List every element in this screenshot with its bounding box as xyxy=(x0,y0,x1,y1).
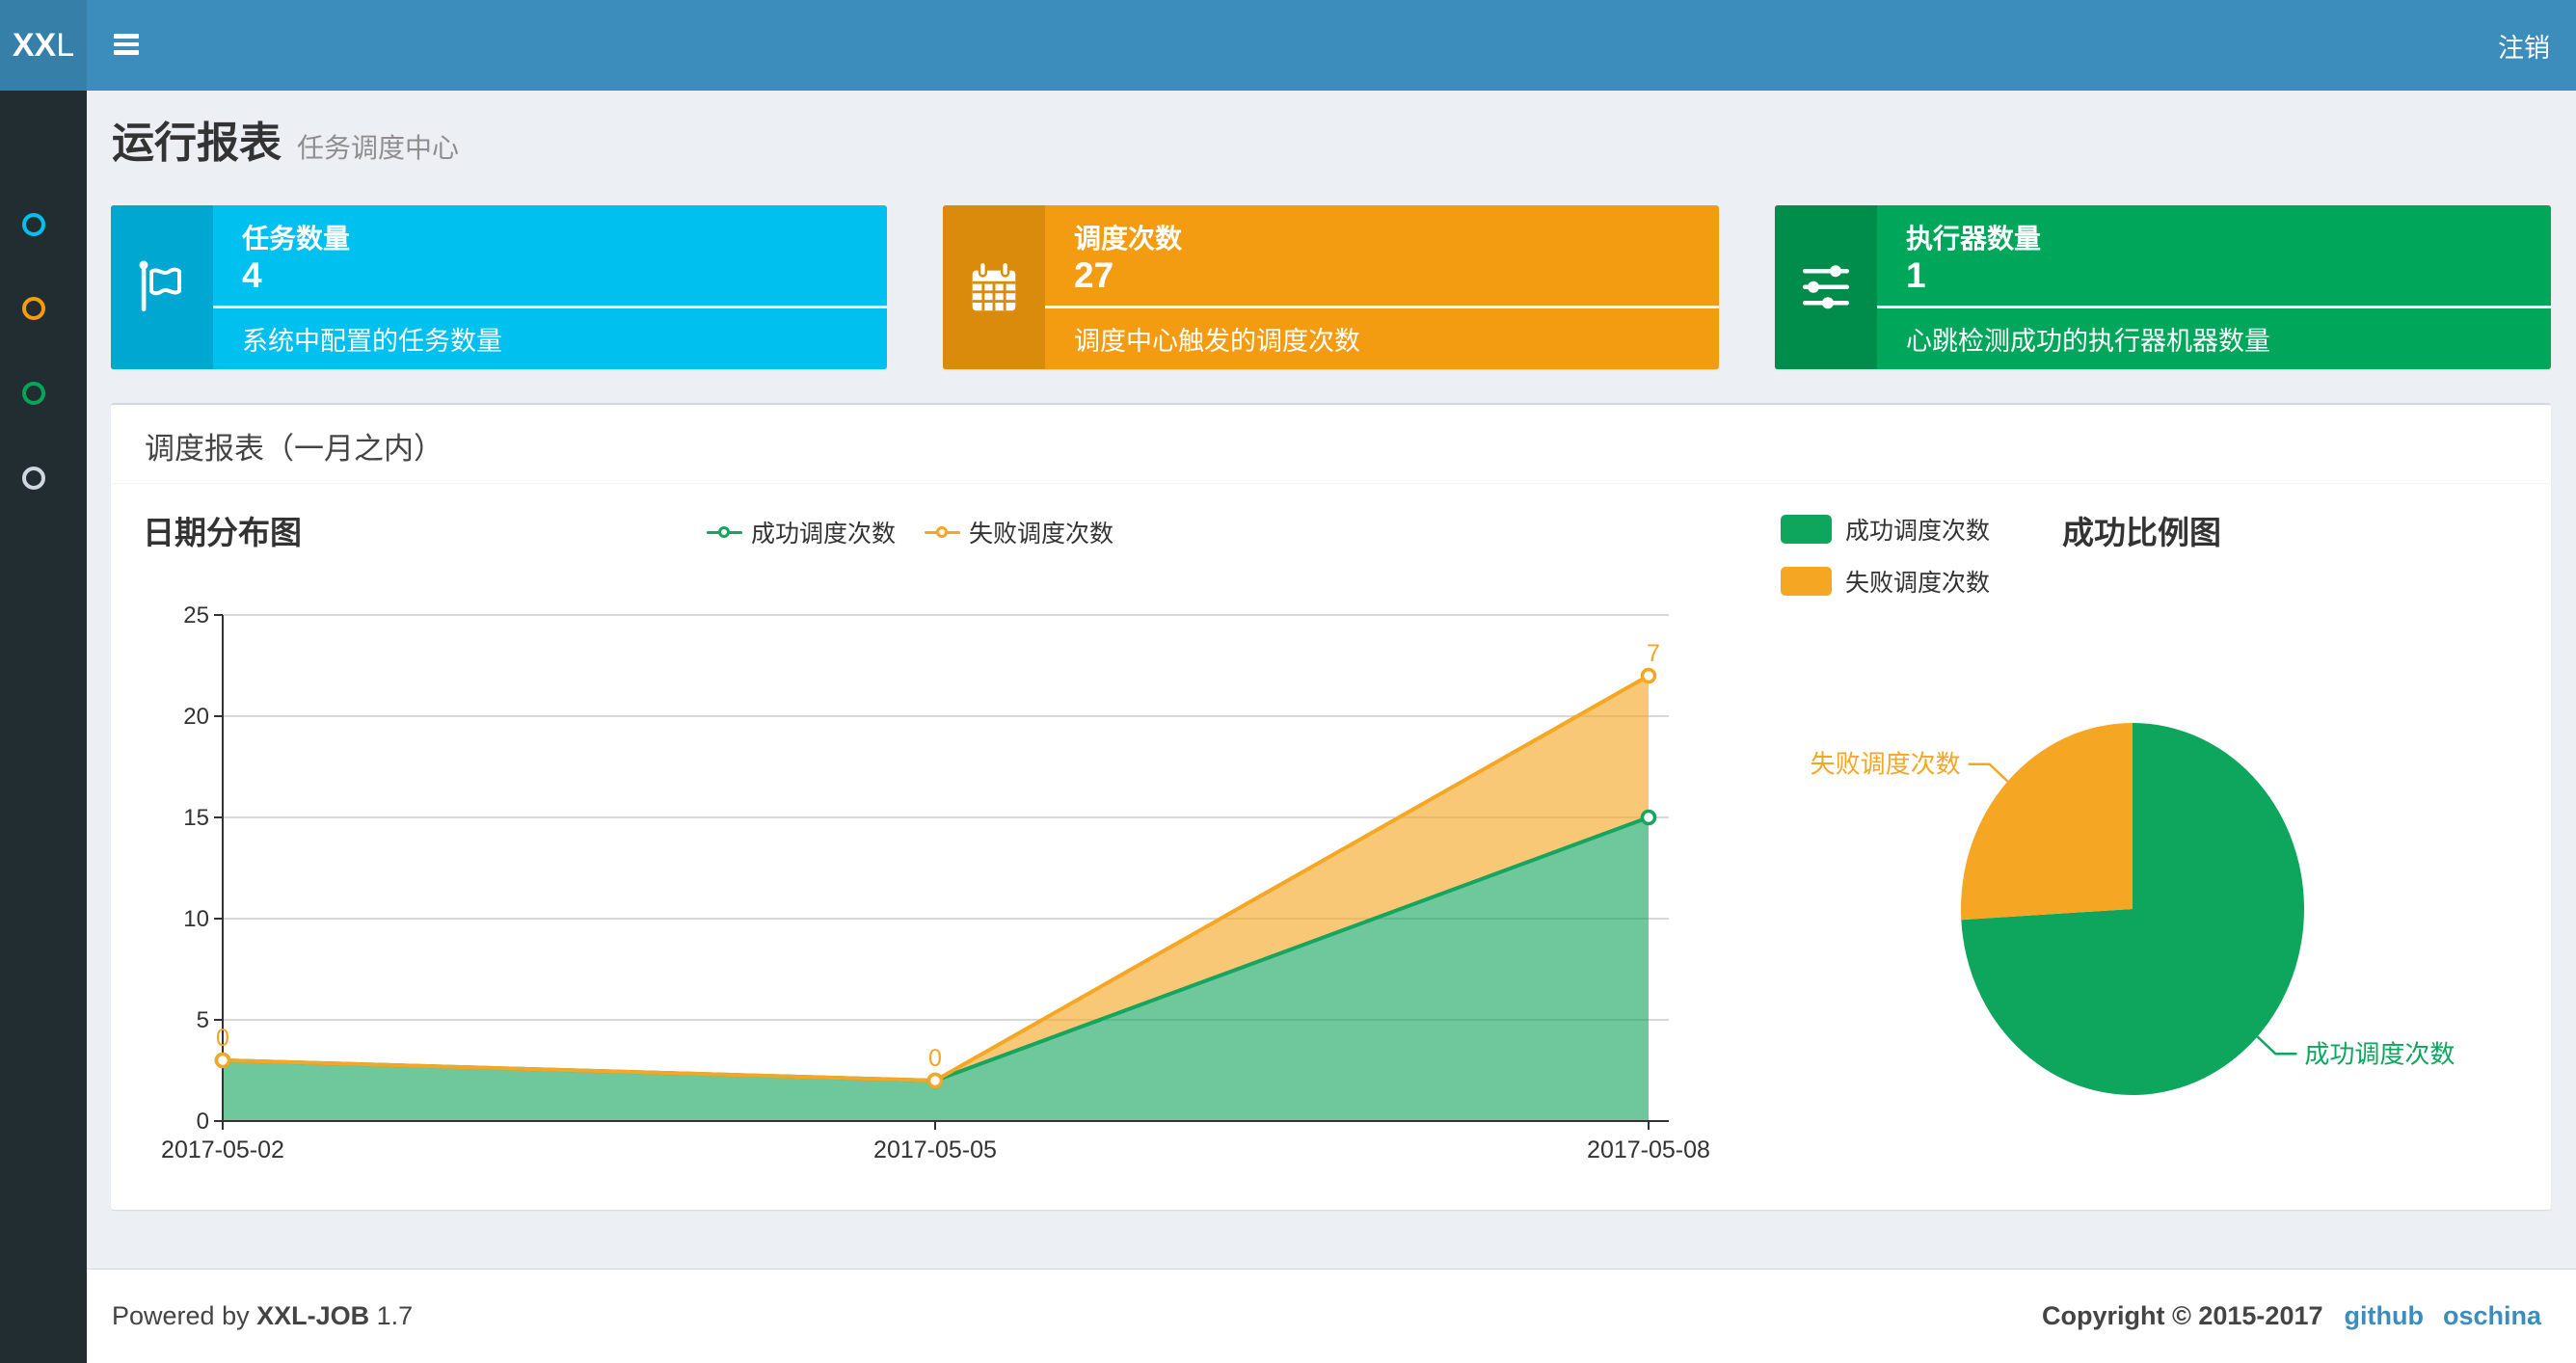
card-value: 1 xyxy=(1906,255,1926,295)
svg-text:10: 10 xyxy=(183,906,209,932)
oschina-link[interactable]: oschina xyxy=(2443,1301,2541,1331)
svg-text:0: 0 xyxy=(216,1025,229,1052)
line-chart-title: 日期分布图 xyxy=(143,515,302,550)
card-description: 心跳检测成功的执行器机器数量 xyxy=(1906,327,2270,356)
card-title: 执行器数量 xyxy=(1906,224,2042,254)
date-distribution-chart: 05101520252017-05-02 2017-05-05 2017-05-08… xyxy=(161,602,1710,1163)
pie-chart-legend: 成功调度次数 失败调度次数 xyxy=(1781,512,1990,599)
footer: Powered by XXL-JOB 1.7 Copyright © 2015-… xyxy=(87,1269,2576,1363)
copyright: Copyright © 2015-2017 xyxy=(2041,1301,2323,1330)
dashboard-page: XXL 注销 运行报表 任务调度中心 任务数量 4 系统中配置的任务数量 调度次… xyxy=(0,0,2576,1363)
card-description: 调度中心触发的调度次数 xyxy=(1074,327,1360,356)
page-title: 运行报表 xyxy=(112,120,282,167)
calendar-icon xyxy=(943,205,1045,369)
card-title: 任务数量 xyxy=(242,224,351,254)
svg-text:0: 0 xyxy=(928,1045,942,1072)
svg-text:成功调度次数: 成功调度次数 xyxy=(2304,1039,2455,1068)
pie-chart-title: 成功比例图 xyxy=(2062,515,2221,550)
powered-by: Powered by XXL-JOB 1.7 xyxy=(112,1301,414,1330)
sliders-icon xyxy=(1775,205,1877,369)
sidebar-item-report-icon[interactable] xyxy=(22,213,45,236)
svg-text:0: 0 xyxy=(197,1109,209,1135)
page-heading: 运行报表 任务调度中心 xyxy=(112,108,459,170)
legend-item-success[interactable]: 成功调度次数 xyxy=(707,515,896,549)
flag-icon xyxy=(111,205,213,369)
svg-text:15: 15 xyxy=(183,805,209,831)
svg-text:25: 25 xyxy=(183,602,209,628)
svg-text:失败调度次数: 失败调度次数 xyxy=(1811,750,1961,779)
line-chart-legend: 成功调度次数 失败调度次数 xyxy=(707,515,1114,549)
swatch-icon xyxy=(1781,567,1832,596)
svg-text:20: 20 xyxy=(183,704,209,730)
swatch-icon xyxy=(1781,515,1832,544)
success-ratio-pie-chart: 成功调度次数 失败调度次数 xyxy=(1811,723,2455,1095)
app-logo[interactable]: XXL xyxy=(0,0,87,91)
card-value: 4 xyxy=(242,255,262,295)
stat-card-executor-count: 执行器数量 1 心跳检测成功的执行器机器数量 xyxy=(1775,205,2551,369)
panel-header-divider xyxy=(112,483,2550,484)
line-legend-marker-icon xyxy=(707,525,742,539)
svg-text:7: 7 xyxy=(1647,640,1660,667)
top-navbar: XXL 注销 xyxy=(0,0,2576,91)
sidebar-item-help-icon[interactable] xyxy=(22,467,45,490)
hamburger-menu-icon[interactable] xyxy=(114,34,139,55)
svg-text:2017-05-08: 2017-05-08 xyxy=(1587,1136,1710,1163)
sidebar-item-job-log-icon[interactable] xyxy=(22,382,45,405)
panel-title: 调度报表（一月之内） xyxy=(145,432,443,466)
svg-text:2017-05-02: 2017-05-02 xyxy=(161,1136,284,1163)
logout-link[interactable]: 注销 xyxy=(2498,0,2550,91)
github-link[interactable]: github xyxy=(2345,1301,2424,1331)
stat-card-job-count: 任务数量 4 系统中配置的任务数量 xyxy=(111,205,887,369)
svg-text:2017-05-05: 2017-05-05 xyxy=(873,1136,997,1163)
legend-item-fail[interactable]: 失败调度次数 xyxy=(925,515,1114,549)
card-title: 调度次数 xyxy=(1074,224,1183,254)
stat-card-trigger-count: 调度次数 27 调度中心触发的调度次数 xyxy=(943,205,1719,369)
legend-item-fail[interactable]: 失败调度次数 xyxy=(1781,564,1990,599)
legend-item-success[interactable]: 成功调度次数 xyxy=(1781,512,1990,547)
page-subtitle: 任务调度中心 xyxy=(297,133,460,163)
sidebar xyxy=(0,91,87,1363)
card-description: 系统中配置的任务数量 xyxy=(242,327,502,356)
sidebar-item-job-manage-icon[interactable] xyxy=(22,297,45,320)
card-value: 27 xyxy=(1074,255,1114,295)
svg-text:5: 5 xyxy=(197,1007,209,1033)
line-legend-marker-icon xyxy=(925,525,961,539)
